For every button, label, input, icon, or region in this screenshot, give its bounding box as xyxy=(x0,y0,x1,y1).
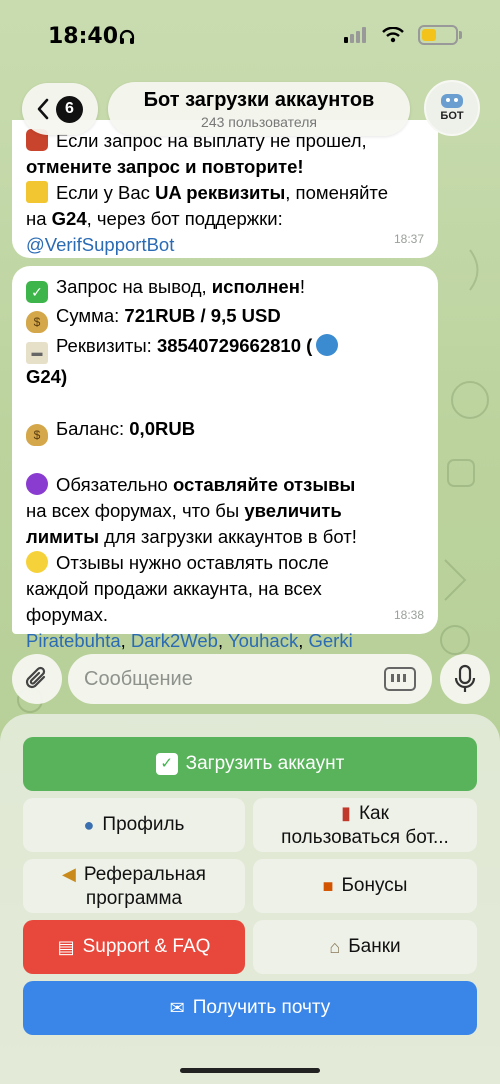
signal-icon xyxy=(344,27,366,43)
unread-count-badge: 6 xyxy=(56,95,83,123)
home-indicator xyxy=(180,1068,320,1073)
back-button[interactable]: 6 xyxy=(22,83,98,135)
gift-icon: ■ xyxy=(322,876,334,896)
profile-button[interactable]: ● Профиль xyxy=(23,798,245,852)
megaphone-icon: ◀ xyxy=(62,863,76,884)
chat-subtitle: 243 пользователя xyxy=(201,114,317,130)
bot-avatar[interactable]: БОТ xyxy=(424,80,480,136)
bonuses-button[interactable]: ■ Бонусы xyxy=(253,859,477,913)
robot-icon xyxy=(441,94,463,108)
forum-link-youhack[interactable]: Youhack xyxy=(228,630,298,651)
chevron-left-icon xyxy=(37,98,49,120)
status-time: 18:40 xyxy=(48,24,119,49)
message-bubble: ✓ Запрос на вывод, исполнен! $ Сумма: 721R… xyxy=(12,266,438,651)
chat-title[interactable]: Бот загрузки аккаунтов 243 пользователя xyxy=(108,82,410,136)
credit-card-icon: ▬ xyxy=(26,342,48,364)
chat-title-text: Бот загрузки аккаунтов xyxy=(143,89,375,111)
paperclip-icon xyxy=(25,666,46,689)
check-mark-icon: ✓ xyxy=(26,281,48,303)
book-icon: ▮ xyxy=(341,802,351,823)
attach-button[interactable] xyxy=(12,654,62,704)
globe-icon xyxy=(316,334,339,356)
voice-message-button[interactable] xyxy=(440,654,490,704)
banks-button[interactable]: ⌂ Банки xyxy=(253,920,477,974)
keyboard-icon[interactable] xyxy=(384,667,416,691)
headphones-icon xyxy=(119,29,135,44)
status-bar: 18:40 xyxy=(0,0,500,76)
yellow-circle-icon xyxy=(26,551,48,573)
wifi-icon xyxy=(382,27,404,43)
forum-link-gerki[interactable]: Gerki xyxy=(309,630,353,651)
support-faq-button[interactable]: ▤ Support & FAQ xyxy=(23,920,245,974)
user-icon: ● xyxy=(83,815,95,835)
money-bag-icon: $ xyxy=(26,424,48,446)
forum-link-dark2web[interactable]: Dark2Web xyxy=(131,630,218,651)
message-time: 18:37 xyxy=(393,232,424,246)
money-bag-icon: $ xyxy=(26,311,48,333)
how-to-use-button[interactable]: ▮ Как пользоваться бот... xyxy=(253,798,477,852)
books-icon: ▤ xyxy=(57,937,75,957)
message-input[interactable]: Сообщение xyxy=(68,654,432,704)
purple-circle-icon xyxy=(26,473,48,495)
yellow-square-icon xyxy=(26,181,48,203)
get-mail-button[interactable]: ✉ Получить почту xyxy=(23,981,477,1035)
upload-account-button[interactable]: ✓ Загрузить аккаунт xyxy=(23,737,477,791)
inbox-tray-icon: ✉ xyxy=(169,998,185,1018)
forum-link-piratebuhta[interactable]: Piratebuhta xyxy=(26,630,121,651)
bot-keyboard: ✓ Загрузить аккаунт ● Профиль ▮ Как польз… xyxy=(0,714,500,1084)
message-bubble: Если запрос на выплату не прошел, отмени… xyxy=(12,120,438,258)
bank-icon: ⌂ xyxy=(329,937,341,957)
message-input-placeholder: Сообщение xyxy=(84,667,193,690)
check-mark-icon: ✓ xyxy=(155,753,178,775)
message-time: 18:38 xyxy=(393,608,424,622)
support-bot-link[interactable]: @VerifSupportBot xyxy=(26,232,424,258)
battery-icon xyxy=(418,25,462,45)
microphone-icon xyxy=(454,664,476,692)
status-icons xyxy=(344,25,462,45)
referral-program-button[interactable]: ◀ Реферальная программа xyxy=(23,859,245,913)
